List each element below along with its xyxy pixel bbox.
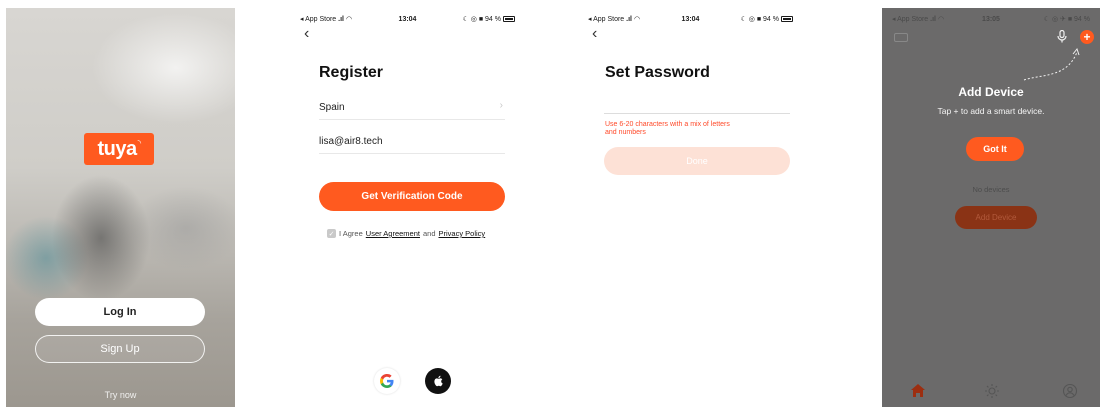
profile-icon <box>1062 383 1078 399</box>
add-device-screen: ◂ App Store .ıl ◠ 13:05 ☾ ◎ ✈ ■ 94 % + A… <box>882 8 1100 407</box>
login-label: Log In <box>103 306 137 318</box>
register-screen: ◂ App Store .ıl ◠ 13:04 ☾ ◎ ■ 94 % ‹ Reg… <box>290 8 525 407</box>
home-icon <box>911 384 925 397</box>
wifi-icon: ◠ <box>937 16 945 23</box>
dashed-arrow-icon <box>1023 47 1080 81</box>
status-time: 13:05 <box>982 15 1000 23</box>
no-devices-text: No devices <box>972 185 1010 194</box>
status-carrier: ◂ App Store .ıl ◠ <box>588 16 641 23</box>
google-icon <box>380 374 394 388</box>
splash-screen: tuya ◝ Log In Sign Up Try now <box>6 8 235 407</box>
status-bar: ◂ App Store .ıl ◠ 13:05 ☾ ◎ ✈ ■ 94 % <box>882 8 1100 30</box>
status-carrier: ◂ App Store .ıl ◠ <box>300 16 353 23</box>
battery-icon <box>781 16 793 23</box>
page-title: Set Password <box>605 64 710 81</box>
agree-checkbox[interactable]: ✓ <box>327 229 336 238</box>
tab-profile[interactable] <box>1062 383 1078 404</box>
get-verification-code-button[interactable]: Get Verification Code <box>319 182 505 211</box>
hint-line-1: Use 6-20 characters with a mix of letter… <box>605 121 730 128</box>
add-device-title: Add Device <box>958 85 1024 99</box>
apple-signin-button[interactable] <box>425 368 451 394</box>
home-switch-icon[interactable] <box>894 33 908 42</box>
wifi-wave-icon: ◝ <box>137 137 142 148</box>
back-chevron-icon[interactable]: ‹ <box>592 26 597 42</box>
status-right: ☾ ◎ ■ 94 % <box>741 15 793 23</box>
status-time: 13:04 <box>681 15 700 23</box>
agreement-row: ✓ I Agree User Agreement and Privacy Pol… <box>327 229 485 238</box>
signup-button[interactable]: Sign Up <box>35 335 205 363</box>
sun-icon <box>985 384 999 398</box>
wifi-icon: ◠ <box>345 16 353 23</box>
top-bar: + <box>882 29 1100 81</box>
got-it-label: Got It <box>983 144 1007 154</box>
done-label: Done <box>686 156 708 166</box>
signup-label: Sign Up <box>100 343 140 355</box>
status-right: ☾ ◎ ✈ ■ 94 % <box>1043 16 1090 23</box>
logo-text: tuya <box>97 137 137 160</box>
status-bar: ◂ App Store .ıl ◠ 13:04 ☾ ◎ ■ 94 % <box>290 8 525 30</box>
battery-icon <box>503 16 515 23</box>
country-selector[interactable]: Spain › <box>319 98 505 120</box>
status-bar: ◂ App Store .ıl ◠ 13:04 ☾ ◎ ■ 94 % <box>578 8 803 30</box>
done-button[interactable]: Done <box>604 147 790 175</box>
apple-icon <box>434 375 443 387</box>
wifi-icon: ◠ <box>633 16 641 23</box>
add-device-label: Add Device <box>975 213 1017 222</box>
verify-button-label: Get Verification Code <box>361 191 463 202</box>
status-right: ☾ ◎ ■ 94 % <box>463 15 515 23</box>
status-carrier: ◂ App Store .ıl ◠ <box>892 16 945 23</box>
tab-bar <box>882 379 1100 407</box>
agree-and: and <box>422 229 436 238</box>
privacy-policy-link[interactable]: Privacy Policy <box>439 229 486 238</box>
got-it-button[interactable]: Got It <box>966 137 1024 161</box>
password-input[interactable] <box>604 113 790 114</box>
google-signin-button[interactable] <box>374 368 400 394</box>
agree-prefix: I Agree <box>339 229 363 238</box>
tuya-logo: tuya ◝ <box>84 133 154 165</box>
set-password-screen: ◂ App Store .ıl ◠ 13:04 ☾ ◎ ■ 94 % ‹ Set… <box>578 8 803 407</box>
add-device-button[interactable]: Add Device <box>955 206 1037 229</box>
back-chevron-icon[interactable]: ‹ <box>304 26 309 42</box>
password-hint: Use 6-20 characters with a mix of letter… <box>605 121 775 138</box>
email-field[interactable]: lisa@air8.tech <box>319 132 505 154</box>
tab-home[interactable] <box>910 383 926 403</box>
email-value: lisa@air8.tech <box>319 136 383 147</box>
chevron-right-icon: › <box>499 100 503 111</box>
add-plus-icon[interactable]: + <box>1080 30 1094 44</box>
add-device-subtitle: Tap + to add a smart device. <box>937 106 1045 116</box>
hint-line-2: and numbers <box>605 129 646 137</box>
status-time: 13:04 <box>398 15 417 23</box>
login-button[interactable]: Log In <box>35 298 205 326</box>
country-value: Spain <box>319 102 345 113</box>
try-now-link[interactable]: Try now <box>6 390 235 400</box>
user-agreement-link[interactable]: User Agreement <box>366 229 420 238</box>
tab-scenes[interactable] <box>984 383 1000 404</box>
app-onboarding-collage: tuya ◝ Log In Sign Up Try now ◂ App Store… <box>0 0 1103 407</box>
page-title: Register <box>319 64 384 81</box>
